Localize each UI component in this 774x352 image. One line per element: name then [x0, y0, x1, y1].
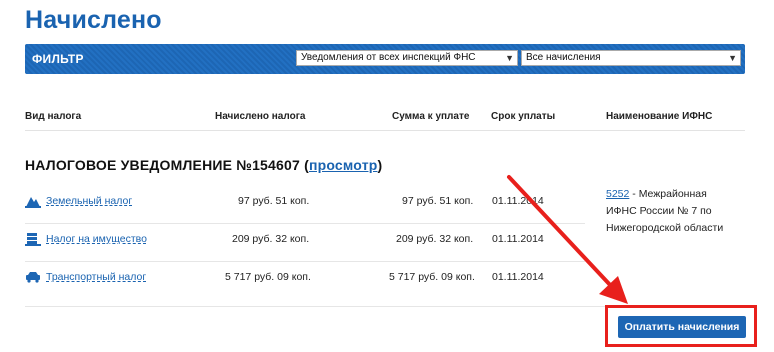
annotation-arrow: [507, 175, 628, 304]
pay-accruals-button[interactable]: Оплатить начисления: [618, 316, 746, 338]
